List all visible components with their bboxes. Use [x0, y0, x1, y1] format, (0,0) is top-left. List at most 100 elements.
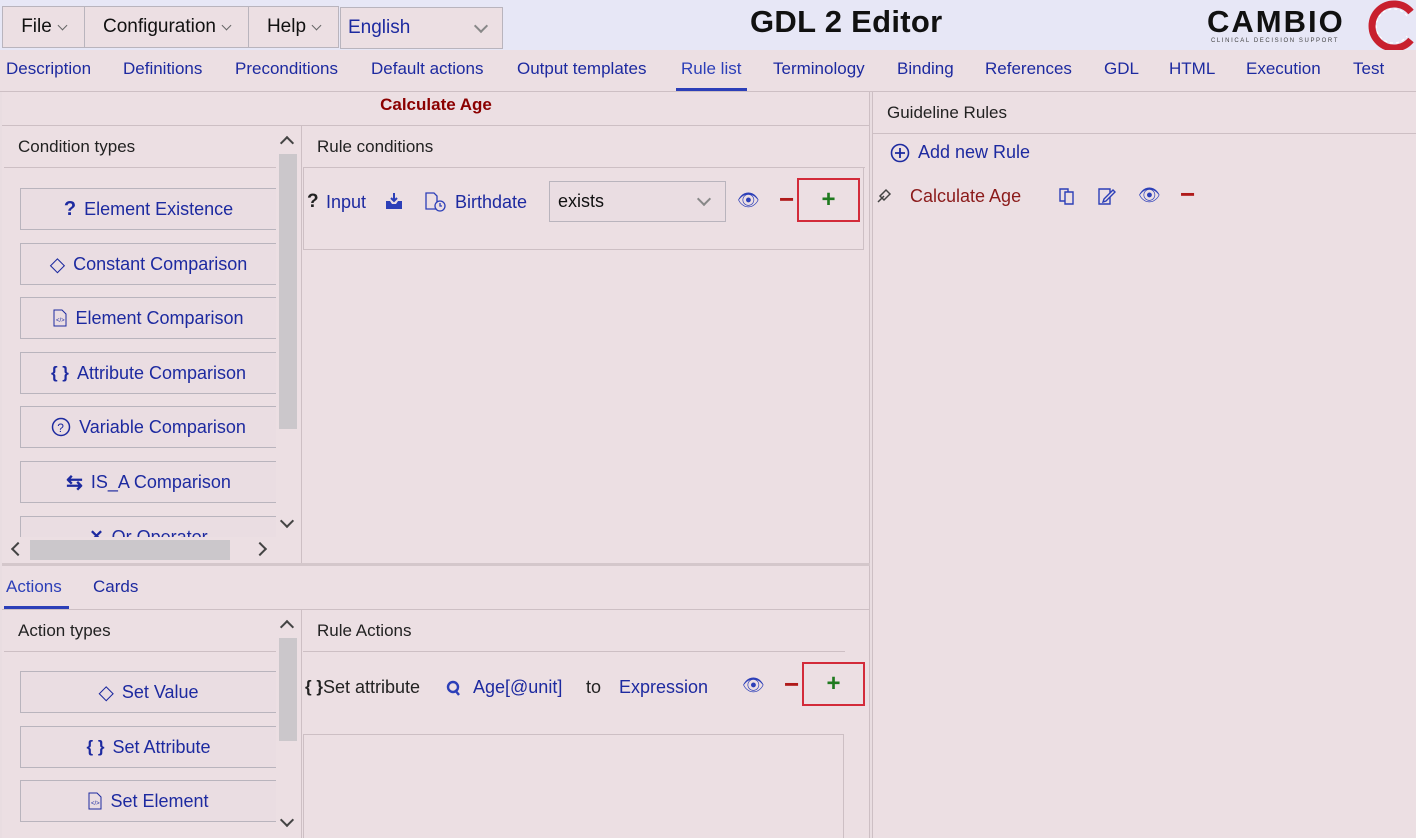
- eye-icon[interactable]: 👁: [1138, 185, 1161, 206]
- guideline-rules-header: Guideline Rules: [887, 103, 1008, 122]
- rule-list-item[interactable]: Calculate Age 👁 −: [874, 179, 1414, 211]
- age-unit-link[interactable]: Age[@unit]: [473, 677, 562, 698]
- scroll-thumb[interactable]: [30, 540, 230, 560]
- element-comparison-button[interactable]: </> Element Comparison: [20, 297, 276, 339]
- is-a-comparison-label: IS_A Comparison: [90, 471, 231, 492]
- add-action-button[interactable]: +: [802, 662, 865, 706]
- chevron-down-icon: [473, 18, 489, 34]
- document-code-icon: </>: [53, 309, 67, 327]
- rule-title: Calculate Age: [380, 95, 492, 114]
- logo-tagline: CLINICAL DECISION SUPPORT: [1211, 38, 1340, 44]
- tab-definitions[interactable]: Definitions: [123, 59, 202, 79]
- eye-icon[interactable]: 👁: [742, 675, 765, 696]
- element-comparison-label: Element Comparison: [75, 307, 244, 328]
- attribute-comparison-button[interactable]: { } Attribute Comparison: [20, 352, 276, 394]
- scroll-thumb[interactable]: [279, 638, 297, 741]
- configuration-menu[interactable]: Configuration: [84, 6, 249, 48]
- tab-preconditions[interactable]: Preconditions: [235, 59, 338, 79]
- tab-html[interactable]: HTML: [1169, 59, 1215, 79]
- to-label: to: [586, 677, 602, 697]
- condition-types-vscrollbar[interactable]: [277, 127, 299, 537]
- tab-default-actions[interactable]: Default actions: [371, 59, 483, 79]
- copy-icon[interactable]: [1057, 186, 1077, 206]
- remove-condition-button[interactable]: −: [779, 184, 794, 215]
- top-bar: File Configuration Help English GDL 2 Ed…: [0, 0, 1416, 52]
- set-attribute-button[interactable]: { } Set Attribute: [20, 726, 276, 768]
- or-operator-button[interactable]: ✕ Or Operator: [20, 516, 276, 537]
- scroll-up-icon[interactable]: [279, 619, 295, 635]
- constant-comparison-label: Constant Comparison: [73, 253, 248, 274]
- file-menu[interactable]: File: [2, 6, 85, 48]
- action-types-header: Action types: [18, 621, 111, 640]
- circle-question-icon: ?: [51, 417, 71, 437]
- scroll-down-icon[interactable]: [279, 513, 295, 529]
- tab-test[interactable]: Test: [1353, 59, 1384, 79]
- svg-text:</>: </>: [91, 801, 100, 807]
- language-select[interactable]: English: [340, 7, 503, 49]
- question-icon: ?: [63, 197, 77, 220]
- remove-rule-button[interactable]: −: [1180, 179, 1195, 210]
- plus-icon: +: [821, 186, 836, 213]
- birthdate-link[interactable]: Birthdate: [455, 192, 527, 213]
- query-icon: [446, 680, 460, 696]
- language-value: English: [348, 17, 411, 38]
- add-new-rule-label: Add new Rule: [918, 142, 1031, 162]
- remove-action-button[interactable]: −: [784, 669, 799, 700]
- or-operator-label: Or Operator: [111, 526, 208, 538]
- is-a-comparison-button[interactable]: ⇆ IS_A Comparison: [20, 461, 276, 503]
- divider: [2, 609, 870, 610]
- tab-gdl[interactable]: GDL: [1104, 59, 1139, 79]
- main-tabs: Description Definitions Preconditions De…: [0, 50, 1416, 92]
- tab-references[interactable]: References: [985, 59, 1072, 79]
- set-element-button[interactable]: </> Set Element: [20, 780, 276, 822]
- logo-word: CAMBIO: [1207, 4, 1345, 39]
- split-divider[interactable]: [2, 563, 870, 566]
- operator-select[interactable]: exists: [549, 181, 726, 222]
- tab-output-templates[interactable]: Output templates: [517, 59, 646, 79]
- scroll-left-icon[interactable]: [10, 541, 26, 557]
- archetype-icon[interactable]: [384, 191, 404, 211]
- tab-binding[interactable]: Binding: [897, 59, 954, 79]
- or-operator-clip: ✕ Or Operator: [20, 516, 276, 537]
- add-new-rule-button[interactable]: Add new Rule: [890, 142, 1030, 163]
- rule-name[interactable]: Calculate Age: [910, 186, 1021, 207]
- arrows-icon: ⇆: [66, 471, 83, 494]
- constant-comparison-button[interactable]: ◇ Constant Comparison: [20, 243, 276, 285]
- scroll-up-icon[interactable]: [279, 135, 295, 151]
- eye-icon[interactable]: 👁: [737, 190, 760, 211]
- tab-terminology[interactable]: Terminology: [773, 59, 865, 79]
- action-types-vscrollbar[interactable]: [277, 611, 299, 838]
- set-value-button[interactable]: ◇ Set Value: [20, 671, 276, 713]
- element-existence-button[interactable]: ? Element Existence: [20, 188, 276, 230]
- divider: [2, 125, 870, 126]
- help-menu[interactable]: Help: [248, 6, 339, 48]
- tab-description[interactable]: Description: [6, 59, 91, 79]
- diamond-icon: ◇: [49, 253, 66, 276]
- scroll-thumb[interactable]: [279, 154, 297, 429]
- edit-icon[interactable]: [1096, 185, 1118, 207]
- expression-link[interactable]: Expression: [619, 677, 708, 698]
- divider: [4, 167, 276, 168]
- divider: [301, 610, 302, 838]
- variable-comparison-button[interactable]: ? Variable Comparison: [20, 406, 276, 448]
- document-code-icon: </>: [88, 792, 102, 810]
- condition-types-hscrollbar[interactable]: [4, 538, 276, 562]
- cambio-logo: CAMBIO CLINICAL DECISION SUPPORT: [1207, 0, 1416, 52]
- braces-icon: { }: [50, 363, 69, 382]
- divider: [301, 126, 302, 563]
- drag-handle-icon[interactable]: [874, 186, 894, 206]
- question-icon: ?: [307, 191, 319, 212]
- scroll-down-icon[interactable]: [279, 812, 295, 828]
- divider: [4, 651, 276, 652]
- tab-rule-list[interactable]: Rule list: [681, 59, 741, 79]
- scroll-right-icon[interactable]: [252, 541, 268, 557]
- element-existence-label: Element Existence: [84, 198, 234, 219]
- operator-value: exists: [558, 191, 605, 211]
- app-title: GDL 2 Editor: [750, 4, 943, 39]
- add-condition-button[interactable]: +: [797, 178, 860, 222]
- help-menu-label: Help: [266, 16, 307, 37]
- tab-execution[interactable]: Execution: [1246, 59, 1321, 79]
- tab-actions[interactable]: Actions: [6, 577, 62, 597]
- tab-cards[interactable]: Cards: [93, 577, 138, 597]
- svg-text:?: ?: [57, 421, 64, 435]
